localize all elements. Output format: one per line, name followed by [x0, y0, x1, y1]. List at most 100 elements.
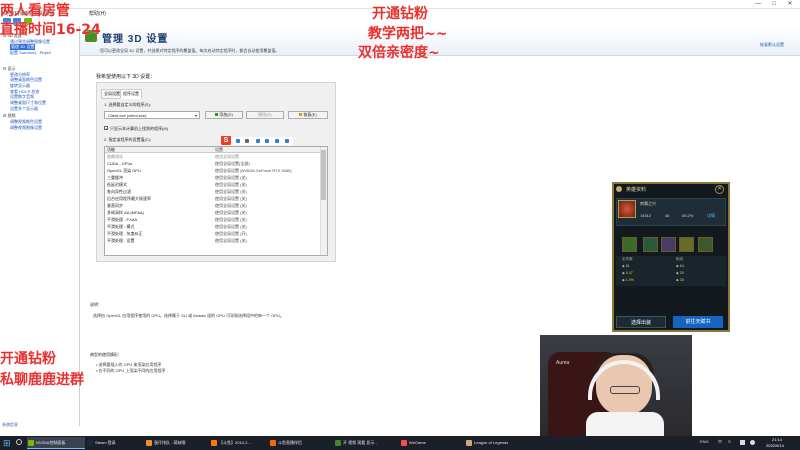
- feature-cell: OpenGL 渲染 GPU: [107, 168, 141, 173]
- taskbar-app[interactable]: 斗鱼直播伴侣: [269, 437, 327, 449]
- choose-build-button[interactable]: 选择出装: [616, 316, 666, 328]
- minimize-button[interactable]: —: [752, 1, 764, 8]
- network-icon[interactable]: [740, 440, 745, 445]
- tray-lang[interactable]: ENG: [700, 439, 709, 444]
- page-title: 管理 3D 设置: [102, 34, 169, 45]
- close-button[interactable]: ✕: [784, 1, 796, 8]
- tray-sogou[interactable]: S: [728, 439, 731, 444]
- tray-ime[interactable]: 中: [718, 439, 722, 445]
- ime-punct-icon[interactable]: [245, 139, 249, 143]
- tab-program-settings[interactable]: 程序设置: [120, 89, 142, 99]
- setting-cell[interactable]: 使用全局设置: [215, 154, 239, 160]
- item-slot[interactable]: [661, 237, 676, 252]
- taskbar-app[interactable]: NVIDIA控制面板: [27, 437, 85, 449]
- setting-cell[interactable]: 使用全局设置 (关): [215, 203, 247, 209]
- menu-help[interactable]: 帮助(H): [89, 10, 106, 17]
- setting-cell[interactable]: 使用全局设置 (关): [215, 224, 247, 230]
- restore-button[interactable]: 恢复(E): [288, 111, 328, 119]
- table-row[interactable]: 垂直同步 使用全局设置 (关): [105, 203, 321, 209]
- taskbar-app[interactable]: 开 视频 观看 显示...: [334, 437, 392, 449]
- chevron-down-icon: ▾: [194, 113, 197, 118]
- app-icon: [28, 440, 34, 446]
- clock-time[interactable]: 21:14: [772, 437, 782, 442]
- table-row[interactable]: OpenGL 渲染 GPU 使用全局设置 (NVIDIA GeForce RTX …: [105, 168, 321, 174]
- stat-value: ◆ 29: [676, 271, 684, 275]
- description-title: 说明：: [90, 302, 102, 307]
- setting-cell[interactable]: 使用全局设置(全部): [215, 161, 250, 167]
- chair-logo: Aurea: [556, 360, 570, 366]
- setting-cell[interactable]: 使用全局设置 (关): [215, 175, 247, 181]
- table-row[interactable]: 平滑处理 - 灰度纠正 使用全局设置 (开): [105, 231, 321, 237]
- item-slot[interactable]: [643, 237, 658, 252]
- setting-cell[interactable]: 使用全局设置 (开): [215, 231, 247, 237]
- table-row[interactable]: 三重缓冲 使用全局设置 (关): [105, 175, 321, 181]
- item-slot[interactable]: [698, 237, 713, 252]
- setting-cell[interactable]: 使用全局设置 (关): [215, 196, 247, 202]
- setting-cell[interactable]: 使用全局设置 (关): [215, 238, 247, 244]
- restore-icon: [299, 113, 303, 117]
- step1-label: 1. 选择要自定义的程序(S):: [104, 102, 151, 107]
- ime-tools-icon[interactable]: [285, 139, 289, 143]
- setting-cell[interactable]: 使用全局设置 (NVIDIA GeForce RTX 3060): [215, 168, 292, 174]
- taskbar-app[interactable]: WeGame: [400, 437, 458, 449]
- taskbar-app[interactable]: 【斗鱼】2010-2...: [210, 437, 268, 449]
- usage-title: 典型的使用情形：: [90, 352, 122, 357]
- tree-item[interactable]: 配置 Surround、PhysX: [10, 50, 51, 56]
- app-icon: [211, 440, 217, 446]
- setting-cell[interactable]: 使用全局设置 (关): [215, 217, 247, 223]
- setting-cell[interactable]: 使用全局设置 (关): [215, 189, 247, 195]
- table-row[interactable]: 后台应用程序最大帧速率 使用全局设置 (关): [105, 196, 321, 202]
- restore-defaults-link[interactable]: 恢复默认设置: [760, 42, 784, 48]
- ime-mic-icon[interactable]: [256, 139, 260, 143]
- app-label: League of Legends: [474, 440, 509, 445]
- detail-link[interactable]: 详情: [707, 213, 715, 219]
- setting-cell[interactable]: 使用全局设置 (关): [215, 210, 247, 216]
- program-select[interactable]: Client.exe (client.exe) ▾: [104, 111, 200, 119]
- table-row[interactable]: 平滑处理 - 模式 使用全局设置 (关): [105, 224, 321, 230]
- page-description: 您可以更改全局 3D 设置，并创建对特定程序的覆盖值。每次启动特定程序时，都会自…: [100, 48, 280, 53]
- add-button[interactable]: 添加(D): [205, 111, 243, 119]
- item-slot[interactable]: [622, 237, 637, 252]
- feature-cell: 垂直同步: [107, 203, 123, 208]
- table-row[interactable]: 图像锐化 使用全局设置: [105, 154, 321, 160]
- maximize-button[interactable]: □: [768, 1, 780, 8]
- tree-item[interactable]: 调整视频图像设置: [10, 125, 42, 131]
- feature-cell: 平滑处理 - FXAA: [107, 217, 138, 222]
- setting-cell[interactable]: 使用全局设置 (关): [215, 182, 247, 188]
- table-row[interactable]: CUDA - GPUs 使用全局设置(全部): [105, 161, 321, 167]
- app-label: WeGame: [409, 440, 426, 445]
- ime-skin-icon[interactable]: [275, 139, 279, 143]
- table-row[interactable]: 平滑处理 - FXAA 使用全局设置 (关): [105, 217, 321, 223]
- app-icon: [87, 440, 93, 446]
- start-icon[interactable]: ⊞: [3, 438, 13, 448]
- table-row[interactable]: 多帧采样 AA (MFAA) 使用全局设置 (关): [105, 210, 321, 216]
- taskbar-app[interactable]: League of Legends: [465, 437, 523, 449]
- search-icon[interactable]: [16, 439, 22, 445]
- tree-item[interactable]: 设置多个显示器: [10, 106, 38, 112]
- ime-keyboard-icon[interactable]: [265, 139, 269, 143]
- column-setting: 设置: [215, 147, 223, 152]
- feature-cell: 三重缓冲: [107, 175, 123, 180]
- stat-label: 击杀数: [622, 257, 633, 261]
- system-info-link[interactable]: 系统信息: [2, 422, 18, 428]
- scrollbar-thumb[interactable]: [321, 150, 326, 200]
- rune-book-button[interactable]: 前往天赋书: [673, 316, 723, 328]
- description-text: 选择由 OpenGL 应用程序使用的 GPU。选择属于 SLI 或 Mosaic…: [93, 313, 284, 318]
- add-icon: [215, 113, 219, 117]
- app-label: Steam 登录: [95, 440, 116, 445]
- item-slot[interactable]: [679, 237, 694, 252]
- stat-label: 助攻: [676, 257, 684, 261]
- table-row[interactable]: 各向异性过滤 使用全局设置 (关): [105, 189, 321, 195]
- show-found-programs-checkbox[interactable]: ✓: [104, 126, 108, 131]
- clock-date[interactable]: 2022/9/14: [766, 443, 784, 448]
- volume-icon[interactable]: [750, 440, 755, 445]
- app-icon: [466, 440, 472, 446]
- sogou-ime-icon[interactable]: S: [221, 136, 231, 145]
- taskbar-app[interactable]: Steam 登录: [86, 437, 144, 449]
- ime-zh-icon[interactable]: [236, 139, 240, 143]
- close-icon[interactable]: ✕: [715, 185, 724, 194]
- table-row[interactable]: 低延迟模式 使用全局设置 (关): [105, 182, 321, 188]
- remove-button[interactable]: 删除(R): [246, 111, 284, 119]
- taskbar-app[interactable]: 蛋仔排队 - 萌妹哦: [145, 437, 203, 449]
- table-row[interactable]: 平滑处理 - 设置 使用全局设置 (关): [105, 238, 321, 244]
